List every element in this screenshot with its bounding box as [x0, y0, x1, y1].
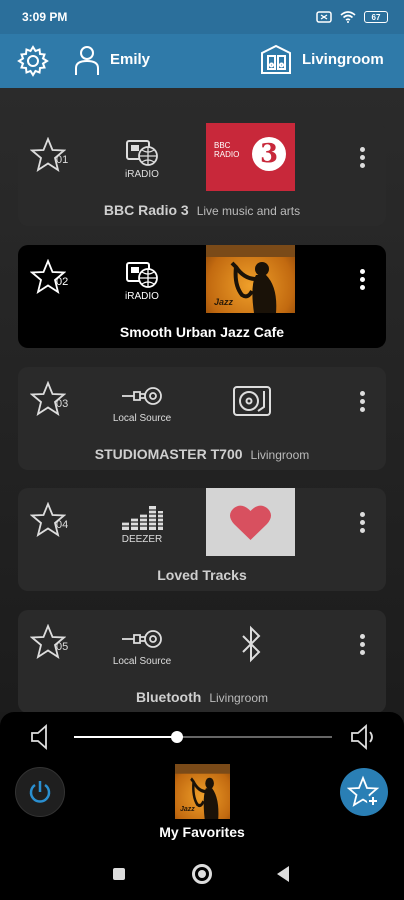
add-favorite-button[interactable] [340, 768, 388, 816]
favorite-caption: Smooth Urban Jazz Cafe [18, 324, 386, 340]
favorite-subtitle: Livingroom [250, 448, 310, 462]
local-source-cable-icon [122, 387, 162, 405]
favorite-subtitle: Livingroom [209, 691, 269, 705]
status-bar: 3:09 PM 67 [0, 0, 404, 34]
source-label: Local Source [112, 656, 172, 667]
source-indicator: Local Source [112, 624, 172, 667]
source-indicator: Local Source [112, 381, 172, 424]
favorite-number: 04 [56, 519, 69, 531]
battery-level: 67 [371, 12, 381, 22]
source-indicator: DEEZER [112, 502, 172, 545]
bluetooth-icon [242, 625, 261, 663]
bbc-radio3-artwork: BBC RADIO 3 [206, 123, 295, 191]
favorite-title: BBC Radio 3 [103, 202, 189, 218]
source-label: Local Source [112, 413, 172, 424]
now-playing-title: My Favorites [159, 824, 245, 840]
wifi-icon [340, 11, 356, 23]
source-indicator: iRADIO [112, 259, 172, 302]
recent-apps-button[interactable] [113, 868, 125, 880]
artwork-text: BBC RADIO [214, 141, 240, 159]
favorite-card-03[interactable]: 03 Local Source STUDIOMASTER T700 Living… [18, 367, 386, 470]
favorite-number: 02 [56, 276, 69, 288]
favorite-card-02[interactable]: 02 iRADIO Jazz Smooth Urban Jazz Cafe [18, 245, 386, 348]
jazz-cafe-artwork: Jazz [206, 245, 295, 313]
power-icon [29, 781, 51, 803]
favorites-list: 01 iRADIO BBC RADIO 3 BBC Radio 3 Live mu… [0, 88, 404, 713]
favorite-caption: Bluetooth Livingroom [18, 689, 386, 705]
more-options-icon[interactable] [360, 634, 366, 658]
source-label: DEEZER [121, 534, 163, 545]
favorite-caption: BBC Radio 3 Live music and arts [18, 202, 386, 218]
user-name[interactable]: Emily [110, 51, 150, 68]
deezer-equalizer-icon [122, 506, 164, 530]
source-indicator: iRADIO [112, 137, 172, 180]
more-options-icon[interactable] [360, 391, 366, 415]
more-options-icon[interactable] [360, 147, 366, 171]
favorite-number: 05 [56, 641, 69, 653]
app-header: Emily Livingroom [0, 34, 404, 88]
room-name[interactable]: Livingroom [302, 51, 384, 68]
gear-icon[interactable] [16, 44, 50, 78]
now-playing-artwork[interactable]: Jazz [175, 764, 230, 819]
artwork-numeral: 3 [252, 137, 286, 171]
more-options-icon[interactable] [360, 512, 366, 536]
more-options-icon[interactable] [360, 269, 366, 293]
favorite-caption: STUDIOMASTER T700 Livingroom [18, 446, 386, 462]
heart-icon [230, 505, 271, 540]
favorite-card-01[interactable]: 01 iRADIO BBC RADIO 3 BBC Radio 3 Live mu… [18, 123, 386, 226]
volume-slider[interactable] [74, 731, 332, 743]
system-nav-bar [0, 848, 404, 900]
favorite-caption: Loved Tracks [18, 567, 386, 583]
turntable-icon [233, 386, 271, 416]
status-time: 3:09 PM [22, 10, 68, 24]
artwork-text: Jazz [214, 297, 234, 307]
status-icons: 67 [316, 11, 388, 23]
artwork-text: Jazz [180, 806, 195, 813]
star-plus-icon [347, 775, 380, 807]
favorite-subtitle: Live music and arts [196, 204, 301, 218]
favorite-card-04[interactable]: 04 DEEZER Loved Tracks [18, 488, 386, 591]
loved-tracks-artwork [206, 488, 295, 556]
iradio-icon [126, 262, 158, 288]
favorite-title: Loved Tracks [157, 567, 247, 583]
volume-slider-fill [74, 736, 178, 738]
local-source-cable-icon [122, 630, 162, 648]
favorite-title: Bluetooth [135, 689, 202, 705]
user-icon[interactable] [74, 44, 100, 76]
favorite-card-05[interactable]: 05 Local Source Bluetooth Livingroom [18, 610, 386, 713]
favorite-title: Smooth Urban Jazz Cafe [119, 324, 285, 340]
source-label: iRADIO [125, 291, 159, 302]
room-speaker-icon[interactable] [259, 43, 293, 77]
volume-down-icon[interactable] [30, 724, 52, 750]
screen-record-icon [316, 11, 332, 23]
battery-icon: 67 [364, 11, 388, 23]
home-button[interactable] [192, 864, 212, 884]
power-button[interactable] [15, 767, 65, 817]
volume-up-icon[interactable] [350, 724, 378, 750]
favorite-number: 03 [56, 398, 69, 410]
back-button[interactable] [277, 866, 289, 882]
volume-slider-handle[interactable] [171, 731, 184, 743]
favorite-number: 01 [56, 154, 69, 166]
favorite-title: STUDIOMASTER T700 [94, 446, 243, 462]
iradio-icon [126, 140, 158, 166]
source-label: iRADIO [125, 169, 159, 180]
player-panel: Jazz My Favorites [0, 712, 404, 848]
